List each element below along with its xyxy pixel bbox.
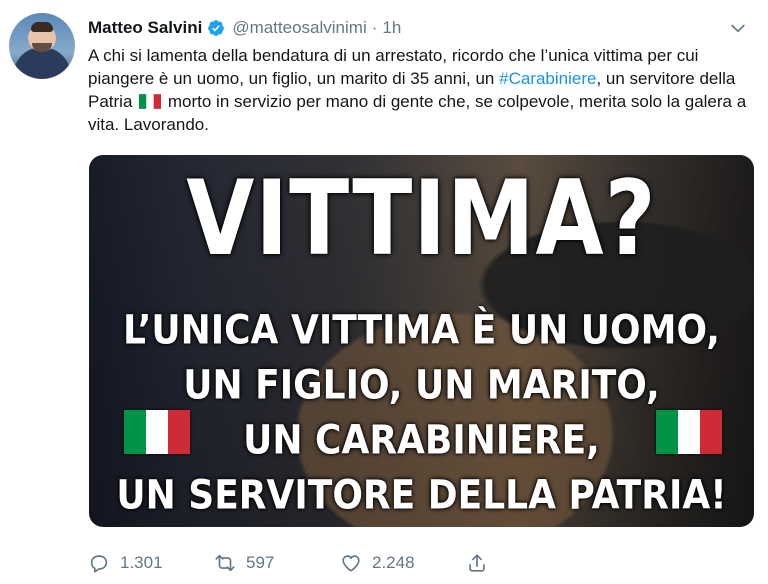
verified-badge-icon [208,20,225,36]
image-line-1: L’UNICA VITTIMA È UN UOMO, [123,307,720,354]
like-button[interactable]: 2.248 [340,552,466,574]
tweet-actions: 1.301 597 2.248 [88,550,498,576]
italy-flag-icon [656,410,722,454]
separator-dot: · [371,18,378,37]
author-name[interactable]: Matteo Salvini [88,18,202,38]
timestamp[interactable]: 1h [382,18,401,38]
tweet-text-part2: , [596,69,602,88]
tweet-text-part4: morto in servizio per mano di gente che,… [88,92,747,134]
italy-flag-icon [124,410,190,454]
like-icon [342,555,360,572]
share-icon [469,554,485,572]
tweet-image[interactable]: VITTIMA? L’UNICA VITTIMA È UN UOMO, UN F… [89,155,754,527]
reply-icon [90,555,108,573]
image-headline: VITTIMA? [186,157,657,279]
reply-button[interactable]: 1.301 [88,552,214,574]
image-line-2: UN FIGLIO, UN MARITO, [183,362,660,409]
tweet-text: A chi si lamenta della bendatura di un a… [88,44,752,136]
retweet-icon [215,554,235,572]
hashtag-link[interactable]: #Carabiniere [499,69,596,88]
author-handle[interactable]: @matteosalvinimi [232,18,366,38]
italy-flag-icon [139,94,162,109]
tweet: Matteo Salvini @matteosalvinimi · 1h A c… [0,0,768,584]
image-line-4: UN SERVITORE DELLA PATRIA! [116,472,727,519]
reply-count: 1.301 [120,553,163,572]
retweet-button[interactable]: 597 [214,552,340,574]
like-count: 2.248 [372,553,415,572]
chevron-down-icon[interactable] [728,18,748,38]
avatar[interactable] [9,13,75,79]
retweet-count: 597 [246,553,275,572]
share-button[interactable] [466,552,498,574]
tweet-header: Matteo Salvini @matteosalvinimi · 1h [88,16,748,40]
